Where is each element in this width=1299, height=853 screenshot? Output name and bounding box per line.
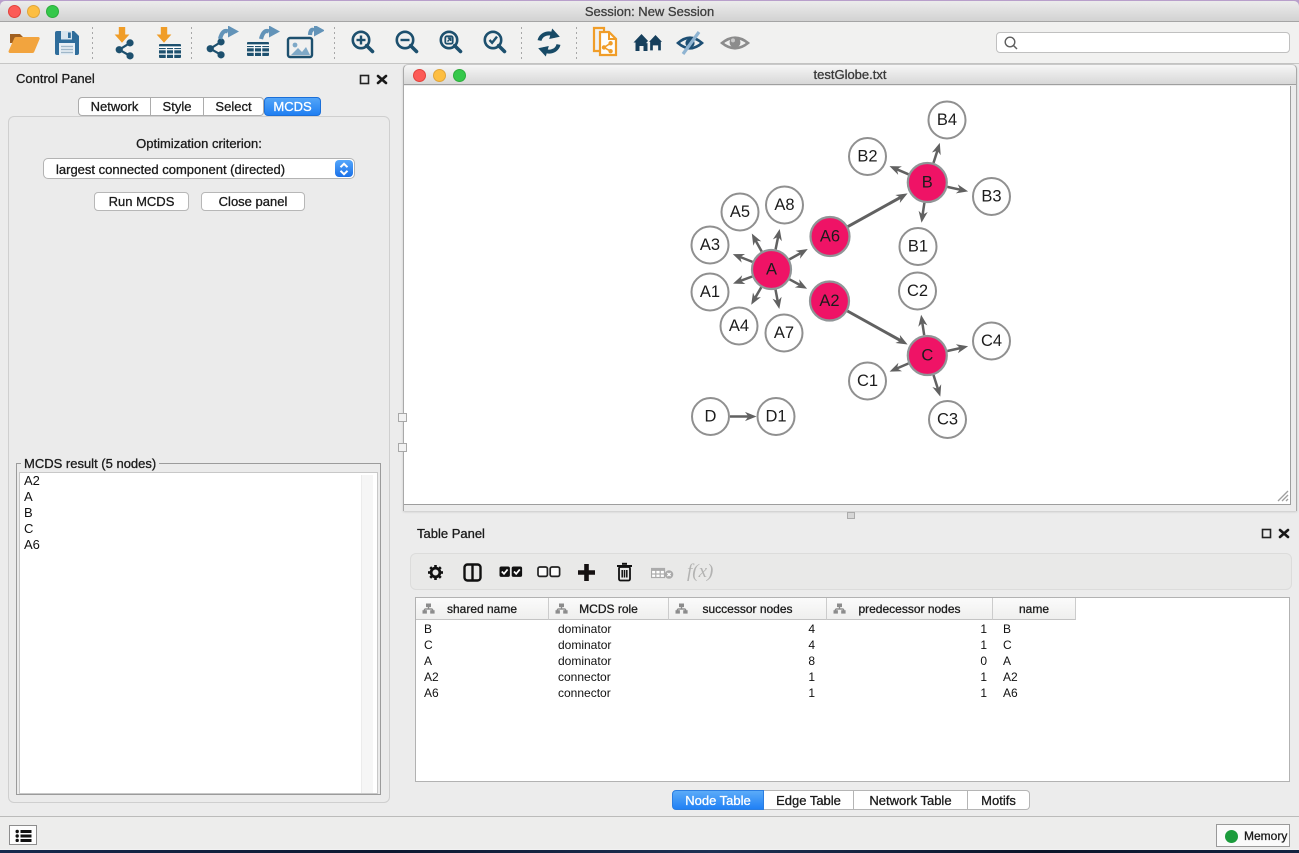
svg-text:D1: D1	[765, 408, 786, 426]
svg-text:A3: A3	[700, 236, 720, 254]
svg-text:A8: A8	[774, 196, 794, 214]
svg-text:A5: A5	[730, 203, 750, 221]
svg-text:B: B	[922, 174, 933, 192]
svg-text:A7: A7	[774, 324, 794, 342]
svg-text:A2: A2	[819, 292, 839, 310]
svg-text:C1: C1	[857, 372, 878, 390]
svg-text:B1: B1	[908, 238, 928, 256]
svg-text:A1: A1	[700, 283, 720, 301]
svg-text:B4: B4	[937, 111, 957, 129]
svg-text:C4: C4	[981, 332, 1002, 350]
svg-text:A4: A4	[729, 317, 749, 335]
svg-text:A: A	[766, 261, 777, 279]
svg-text:C: C	[921, 347, 933, 365]
svg-text:D: D	[705, 408, 717, 426]
svg-text:A6: A6	[820, 228, 840, 246]
svg-text:B2: B2	[857, 148, 877, 166]
svg-text:B3: B3	[981, 188, 1001, 206]
svg-text:C2: C2	[907, 282, 928, 300]
svg-text:C3: C3	[937, 411, 958, 429]
